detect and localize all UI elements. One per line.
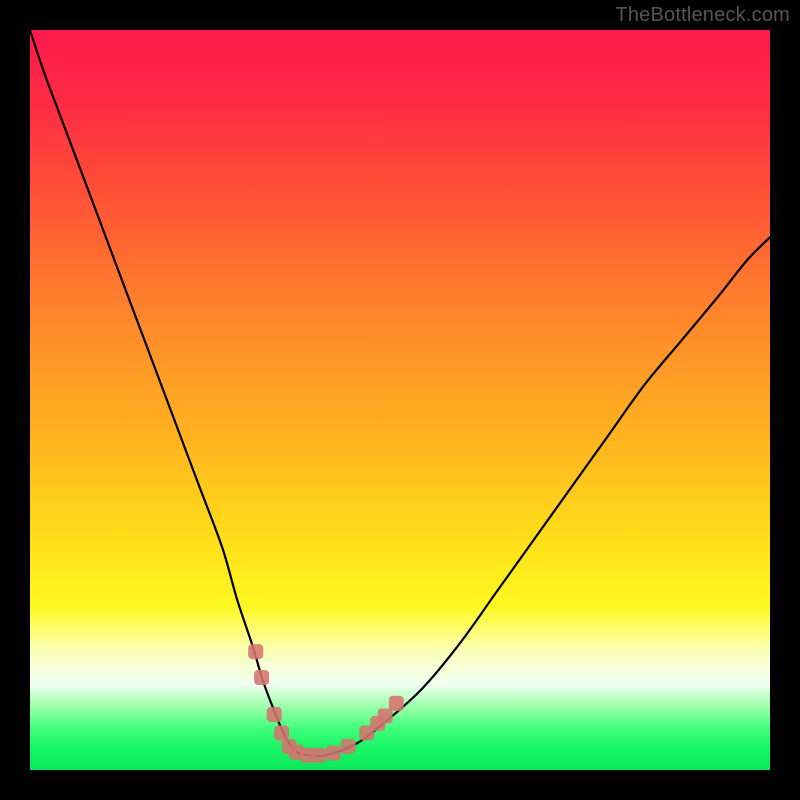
highlight-marker — [248, 644, 263, 659]
outer-frame: TheBottleneck.com — [0, 0, 800, 800]
highlight-marker — [341, 739, 356, 754]
highlight-marker — [326, 745, 341, 760]
bottleneck-curve — [30, 30, 770, 756]
plot-area — [30, 30, 770, 770]
highlight-marker — [378, 708, 393, 723]
highlight-marker — [267, 707, 282, 722]
watermark-text: TheBottleneck.com — [615, 4, 790, 27]
highlight-marker — [254, 670, 269, 685]
highlight-marker — [389, 696, 404, 711]
highlight-marker — [274, 726, 289, 741]
chart-svg — [30, 30, 770, 770]
highlight-marker — [311, 748, 326, 763]
